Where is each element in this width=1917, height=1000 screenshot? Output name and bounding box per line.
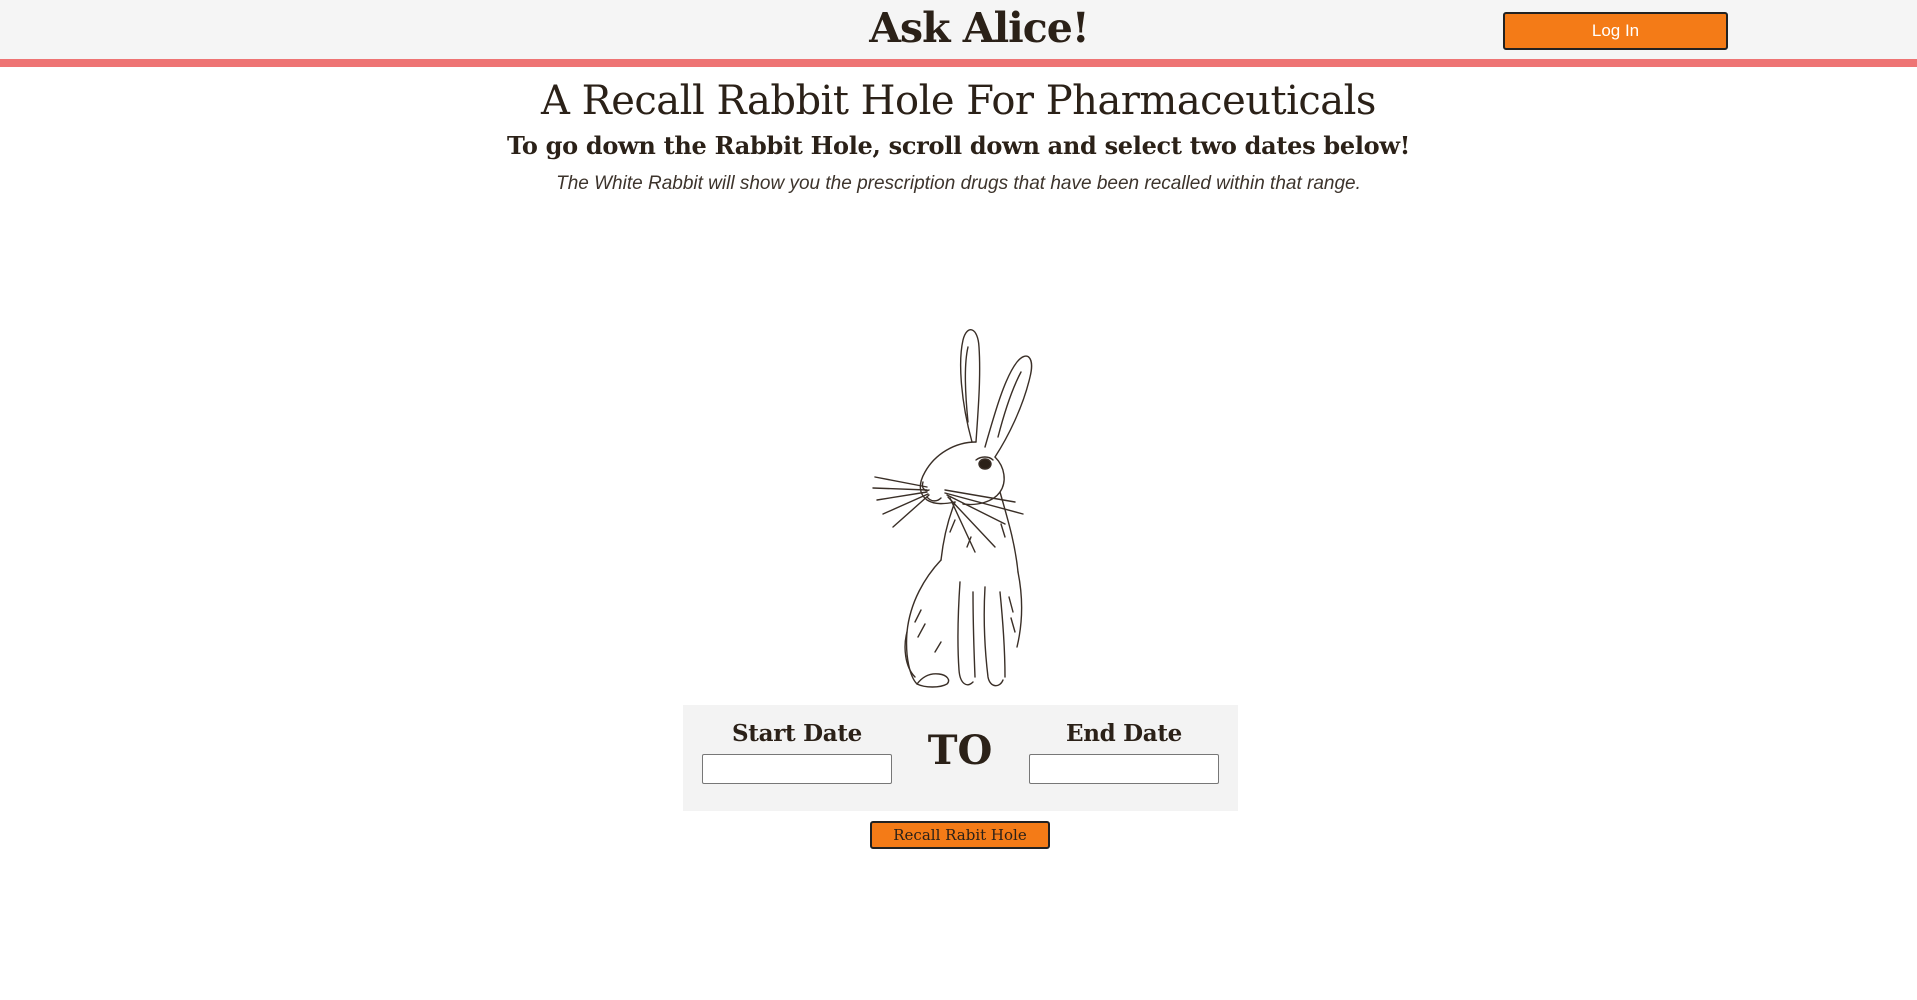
start-date-group: Start Date (702, 719, 892, 784)
site-header: Ask Alice! Log In (0, 0, 1917, 67)
date-range-panel: Start Date TO End Date (683, 705, 1238, 811)
date-separator: TO (927, 727, 993, 774)
page-description: The White Rabbit will show you the presc… (556, 173, 1361, 194)
login-button[interactable]: Log In (1503, 12, 1728, 50)
end-date-group: End Date (1029, 719, 1219, 784)
page-subtitle: To go down the Rabbit Hole, scroll down … (507, 131, 1410, 160)
rabbit-illustration (872, 329, 1033, 688)
end-date-label: End Date (1065, 720, 1183, 747)
start-date-input[interactable] (702, 754, 892, 784)
start-date-label: Start Date (732, 720, 862, 747)
recall-rabbit-hole-button[interactable]: Recall Rabit Hole (870, 821, 1050, 849)
end-date-input[interactable] (1029, 754, 1219, 784)
page-title: A Recall Rabbit Hole For Pharmaceuticals (541, 78, 1376, 124)
